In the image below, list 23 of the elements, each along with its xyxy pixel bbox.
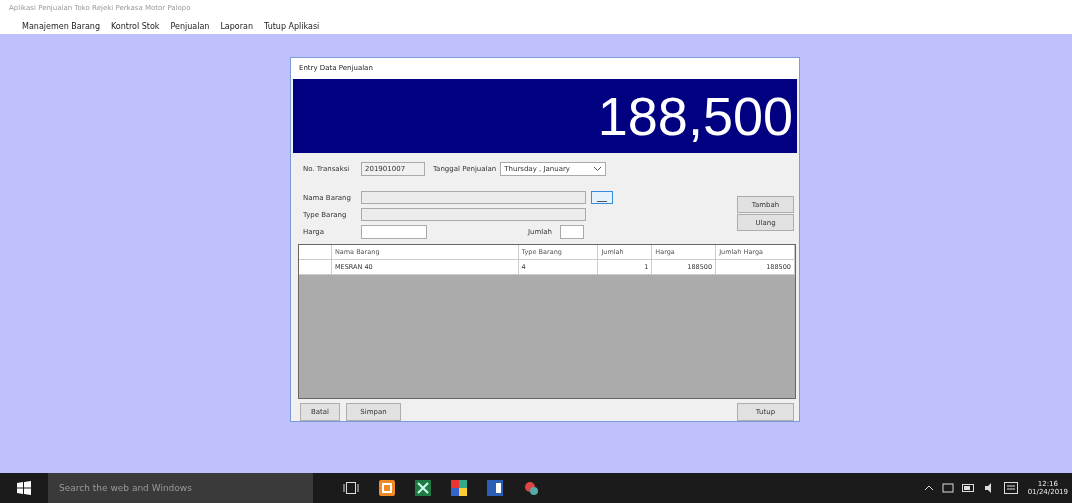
quantity-field[interactable] (560, 224, 584, 239)
app-icon[interactable] (379, 480, 395, 496)
app-icon[interactable] (451, 480, 467, 496)
total-display: 188,500 (293, 79, 797, 153)
item-name-field[interactable] (361, 191, 586, 204)
chevron-down-icon (593, 165, 603, 172)
search-field[interactable]: Search the web and Windows (48, 473, 313, 503)
menu-item[interactable]: Laporan (220, 21, 253, 31)
menu-item[interactable]: Penjualan (170, 21, 210, 31)
app-icon[interactable] (487, 480, 503, 496)
item-type-field[interactable] (361, 208, 586, 221)
menu-item[interactable]: Manajemen Barang (22, 21, 100, 31)
task-view-icon[interactable] (343, 482, 359, 494)
windows-start-icon[interactable] (17, 481, 31, 495)
chevron-up-icon[interactable] (923, 485, 934, 491)
battery-icon[interactable] (961, 484, 976, 492)
price-field[interactable] (361, 224, 427, 239)
ellipsis-icon (596, 199, 608, 203)
app-icon[interactable] (523, 480, 539, 496)
spreadsheet-icon[interactable] (415, 480, 431, 496)
menu-item[interactable]: Kontrol Stok (111, 21, 160, 31)
browse-button[interactable] (591, 191, 613, 204)
menu-item[interactable]: Tutup Aplikasi (263, 21, 320, 31)
